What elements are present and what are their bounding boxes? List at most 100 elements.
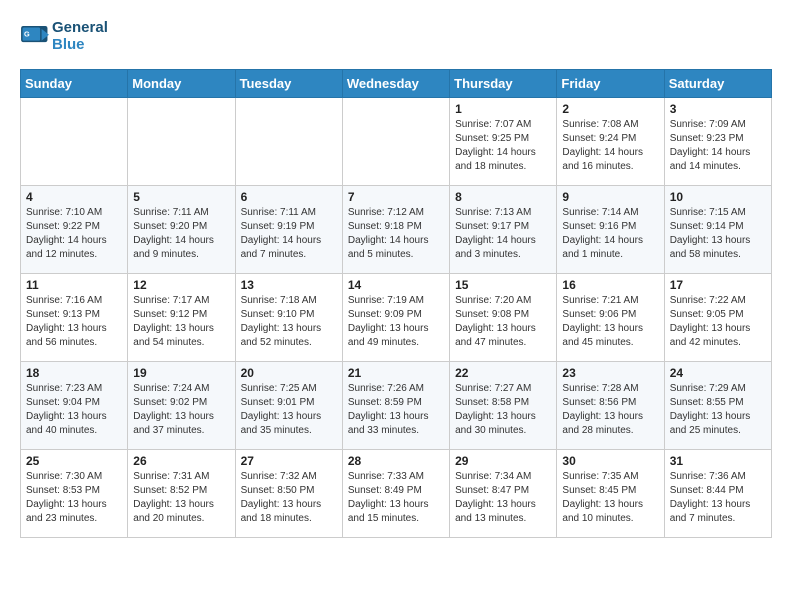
weekday-header-friday: Friday <box>557 70 664 98</box>
day-info: Sunrise: 7:19 AM Sunset: 9:09 PM Dayligh… <box>348 294 444 350</box>
calendar-cell: 11Sunrise: 7:16 AM Sunset: 9:13 PM Dayli… <box>21 274 128 362</box>
weekday-header-thursday: Thursday <box>450 70 557 98</box>
day-info: Sunrise: 7:22 AM Sunset: 9:05 PM Dayligh… <box>670 294 766 350</box>
day-number: 7 <box>348 190 444 204</box>
calendar-cell: 21 Sunrise: 7:26 AM Sunset: 8:59 PM Dayli… <box>342 362 449 450</box>
calendar-cell: 19Sunrise: 7:24 AM Sunset: 9:02 PM Dayli… <box>128 362 235 450</box>
day-number: 20 <box>241 366 337 380</box>
logo: G General Blue <box>20 20 108 53</box>
day-number: 27 <box>241 454 337 468</box>
day-number: 12 <box>133 278 229 292</box>
day-info: Sunrise: 7:14 AM Sunset: 9:16 PM Dayligh… <box>562 206 658 262</box>
calendar-cell <box>342 98 449 186</box>
day-info: Sunrise: 7:25 AM Sunset: 9:01 PM Dayligh… <box>241 382 337 438</box>
calendar-cell: 23 Sunrise: 7:28 AM Sunset: 8:56 PM Dayli… <box>557 362 664 450</box>
day-number: 14 <box>348 278 444 292</box>
day-info: Sunrise: 7:23 AM Sunset: 9:04 PM Dayligh… <box>26 382 122 438</box>
day-number: 21 <box>348 366 444 380</box>
day-info: Sunrise: 7:35 AM Sunset: 8:45 PM Dayligh… <box>562 470 658 526</box>
calendar-cell: 1 Sunrise: 7:07 AM Sunset: 9:25 PM Daylig… <box>450 98 557 186</box>
day-info: Sunrise: 7:34 AM Sunset: 8:47 PM Dayligh… <box>455 470 551 526</box>
calendar-table: SundayMondayTuesdayWednesdayThursdayFrid… <box>20 69 772 538</box>
calendar-cell: 28Sunrise: 7:33 AM Sunset: 8:49 PM Dayli… <box>342 450 449 538</box>
day-number: 3 <box>670 102 766 116</box>
calendar-cell: 20 Sunrise: 7:25 AM Sunset: 9:01 PM Dayli… <box>235 362 342 450</box>
logo-name-blue: Blue <box>52 37 108 54</box>
day-number: 10 <box>670 190 766 204</box>
calendar-week-4: 18 Sunrise: 7:23 AM Sunset: 9:04 PM Dayli… <box>21 362 772 450</box>
weekday-header-sunday: Sunday <box>21 70 128 98</box>
calendar-cell: 27Sunrise: 7:32 AM Sunset: 8:50 PM Dayli… <box>235 450 342 538</box>
day-number: 23 <box>562 366 658 380</box>
calendar-cell: 9 Sunrise: 7:14 AM Sunset: 9:16 PM Daylig… <box>557 186 664 274</box>
day-info: Sunrise: 7:27 AM Sunset: 8:58 PM Dayligh… <box>455 382 551 438</box>
calendar-cell: 3 Sunrise: 7:09 AM Sunset: 9:23 PM Daylig… <box>664 98 771 186</box>
day-number: 8 <box>455 190 551 204</box>
weekday-header-saturday: Saturday <box>664 70 771 98</box>
calendar-cell: 5Sunrise: 7:11 AM Sunset: 9:20 PM Daylig… <box>128 186 235 274</box>
day-info: Sunrise: 7:13 AM Sunset: 9:17 PM Dayligh… <box>455 206 551 262</box>
day-info: Sunrise: 7:07 AM Sunset: 9:25 PM Dayligh… <box>455 118 551 174</box>
calendar-cell: 8 Sunrise: 7:13 AM Sunset: 9:17 PM Daylig… <box>450 186 557 274</box>
day-number: 16 <box>562 278 658 292</box>
day-info: Sunrise: 7:26 AM Sunset: 8:59 PM Dayligh… <box>348 382 444 438</box>
day-number: 22 <box>455 366 551 380</box>
day-number: 1 <box>455 102 551 116</box>
calendar-week-3: 11Sunrise: 7:16 AM Sunset: 9:13 PM Dayli… <box>21 274 772 362</box>
calendar-cell: 15 Sunrise: 7:20 AM Sunset: 9:08 PM Dayli… <box>450 274 557 362</box>
weekday-header-wednesday: Wednesday <box>342 70 449 98</box>
day-number: 4 <box>26 190 122 204</box>
calendar-cell <box>128 98 235 186</box>
calendar-cell: 7 Sunrise: 7:12 AM Sunset: 9:18 PM Daylig… <box>342 186 449 274</box>
day-number: 13 <box>241 278 337 292</box>
day-info: Sunrise: 7:17 AM Sunset: 9:12 PM Dayligh… <box>133 294 229 350</box>
day-number: 24 <box>670 366 766 380</box>
weekday-header-tuesday: Tuesday <box>235 70 342 98</box>
day-number: 31 <box>670 454 766 468</box>
calendar-cell: 26 Sunrise: 7:31 AM Sunset: 8:52 PM Dayli… <box>128 450 235 538</box>
day-number: 19 <box>133 366 229 380</box>
day-info: Sunrise: 7:12 AM Sunset: 9:18 PM Dayligh… <box>348 206 444 262</box>
logo-name-general: General <box>52 20 108 37</box>
calendar-cell: 24Sunrise: 7:29 AM Sunset: 8:55 PM Dayli… <box>664 362 771 450</box>
day-number: 15 <box>455 278 551 292</box>
calendar-week-2: 4 Sunrise: 7:10 AM Sunset: 9:22 PM Daylig… <box>21 186 772 274</box>
day-info: Sunrise: 7:18 AM Sunset: 9:10 PM Dayligh… <box>241 294 337 350</box>
logo-icon: G <box>20 26 50 48</box>
calendar-cell: 13 Sunrise: 7:18 AM Sunset: 9:10 PM Dayli… <box>235 274 342 362</box>
weekday-header-monday: Monday <box>128 70 235 98</box>
day-info: Sunrise: 7:31 AM Sunset: 8:52 PM Dayligh… <box>133 470 229 526</box>
calendar-cell: 18 Sunrise: 7:23 AM Sunset: 9:04 PM Dayli… <box>21 362 128 450</box>
day-number: 25 <box>26 454 122 468</box>
day-info: Sunrise: 7:28 AM Sunset: 8:56 PM Dayligh… <box>562 382 658 438</box>
calendar-cell: 12 Sunrise: 7:17 AM Sunset: 9:12 PM Dayli… <box>128 274 235 362</box>
calendar-cell: 29 Sunrise: 7:34 AM Sunset: 8:47 PM Dayli… <box>450 450 557 538</box>
day-info: Sunrise: 7:11 AM Sunset: 9:20 PM Dayligh… <box>133 206 229 262</box>
day-info: Sunrise: 7:20 AM Sunset: 9:08 PM Dayligh… <box>455 294 551 350</box>
calendar-cell <box>235 98 342 186</box>
calendar-cell: 25Sunrise: 7:30 AM Sunset: 8:53 PM Dayli… <box>21 450 128 538</box>
day-number: 29 <box>455 454 551 468</box>
calendar-cell: 4 Sunrise: 7:10 AM Sunset: 9:22 PM Daylig… <box>21 186 128 274</box>
calendar-cell: 6 Sunrise: 7:11 AM Sunset: 9:19 PM Daylig… <box>235 186 342 274</box>
calendar-cell: 17 Sunrise: 7:22 AM Sunset: 9:05 PM Dayli… <box>664 274 771 362</box>
day-number: 17 <box>670 278 766 292</box>
day-info: Sunrise: 7:36 AM Sunset: 8:44 PM Dayligh… <box>670 470 766 526</box>
day-info: Sunrise: 7:09 AM Sunset: 9:23 PM Dayligh… <box>670 118 766 174</box>
day-info: Sunrise: 7:08 AM Sunset: 9:24 PM Dayligh… <box>562 118 658 174</box>
calendar-cell: 16Sunrise: 7:21 AM Sunset: 9:06 PM Dayli… <box>557 274 664 362</box>
calendar-cell: 22 Sunrise: 7:27 AM Sunset: 8:58 PM Dayli… <box>450 362 557 450</box>
day-number: 9 <box>562 190 658 204</box>
day-number: 6 <box>241 190 337 204</box>
day-number: 18 <box>26 366 122 380</box>
calendar-cell: 31 Sunrise: 7:36 AM Sunset: 8:44 PM Dayli… <box>664 450 771 538</box>
calendar-cell <box>21 98 128 186</box>
day-number: 11 <box>26 278 122 292</box>
svg-text:G: G <box>24 29 30 38</box>
day-number: 26 <box>133 454 229 468</box>
calendar-cell: 2Sunrise: 7:08 AM Sunset: 9:24 PM Daylig… <box>557 98 664 186</box>
day-info: Sunrise: 7:11 AM Sunset: 9:19 PM Dayligh… <box>241 206 337 262</box>
calendar-cell: 30Sunrise: 7:35 AM Sunset: 8:45 PM Dayli… <box>557 450 664 538</box>
day-info: Sunrise: 7:10 AM Sunset: 9:22 PM Dayligh… <box>26 206 122 262</box>
page-header: G General Blue <box>20 20 772 53</box>
